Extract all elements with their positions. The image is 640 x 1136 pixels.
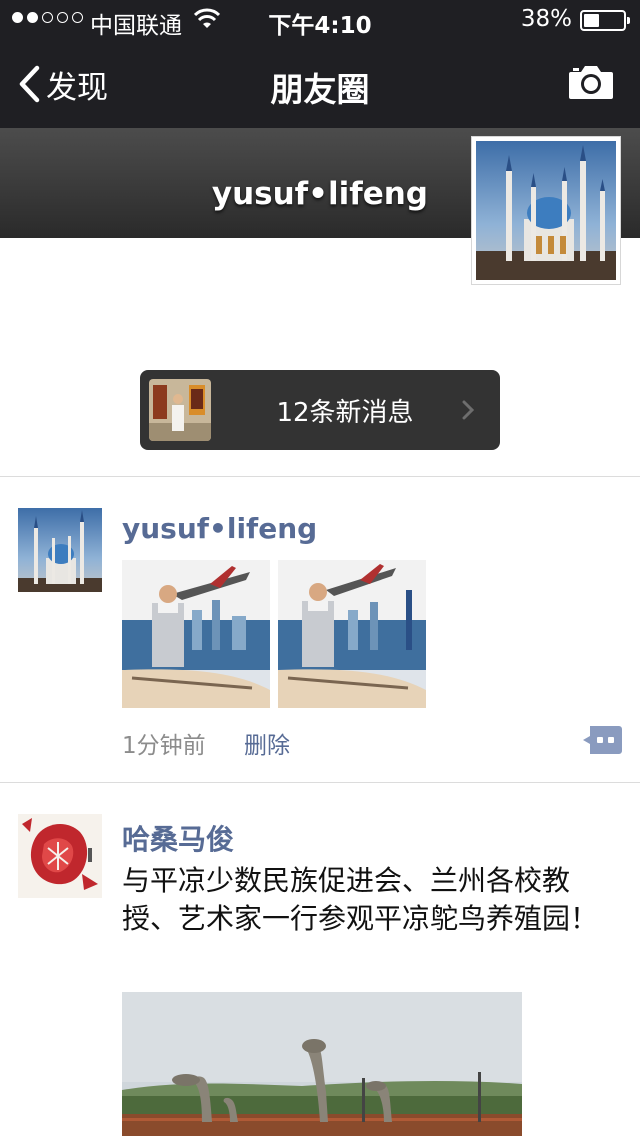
comment-button[interactable] (582, 726, 622, 758)
post-image[interactable] (122, 560, 270, 708)
status-bar: 中国联通 下午4:10 38% (0, 0, 640, 40)
post-image[interactable] (278, 560, 426, 708)
divider (0, 476, 640, 477)
new-messages-label: 12条新消息 (276, 398, 414, 428)
battery-icon (580, 10, 630, 31)
battery-percentage: 38% (520, 6, 572, 32)
post-author-avatar[interactable] (18, 814, 102, 898)
post-author-name[interactable]: 哈桑马俊 (122, 818, 234, 858)
post-timestamp: 1分钟前 (122, 733, 206, 759)
mosque-image (476, 141, 616, 280)
new-messages-button[interactable]: 12条新消息 (140, 370, 500, 450)
post-author-avatar[interactable] (18, 508, 102, 592)
post-image[interactable] (122, 992, 522, 1136)
comment-icon (583, 726, 622, 754)
delete-post-button[interactable]: 删除 (244, 726, 290, 760)
post-author-name[interactable]: yusuf•lifeng (122, 512, 317, 545)
chevron-right-icon (462, 400, 474, 420)
post-text: 与平凉少数民族促进会、兰州各校教授、艺术家一行参观平凉鸵鸟养殖园！ (122, 864, 599, 935)
divider (0, 782, 640, 783)
page-title: 朋友圈 (270, 70, 370, 109)
profile-username: yusuf•lifeng (211, 176, 428, 212)
camera-button[interactable] (568, 64, 614, 104)
camera-icon (569, 66, 613, 99)
navigation-bar: 发现 朋友圈 (0, 40, 640, 128)
new-message-avatar (149, 379, 211, 441)
profile-avatar[interactable] (471, 136, 621, 285)
